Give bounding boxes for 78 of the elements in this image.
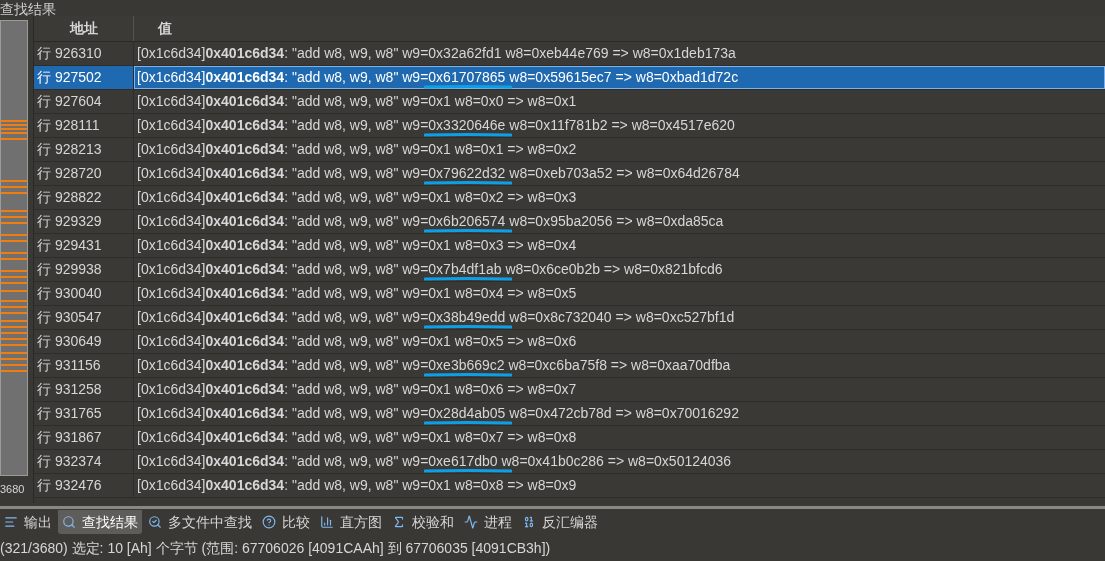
value-cell-text: [0x1c6d34]0x401c6d34: "add w8, w9, w8" w9=0x79622d32 w8=0xeb703a52 => w8=0x64d26784 <box>137 164 740 183</box>
address-cell-text: 行 930547 <box>37 308 102 327</box>
address-cell-text: 行 932476 <box>37 476 102 495</box>
binary-icon <box>522 515 536 529</box>
table-row[interactable]: 行 929938 [0x1c6d34]0x401c6d34: "add w8, w9, w8" w9=0x7b4df1ab w8=0x6ce0b2b => w8=0x821bfcd6 <box>34 258 1105 282</box>
table-row[interactable]: 行 932374 [0x1c6d34]0x401c6d34: "add w8, w9, w8" w9=0xe617db0 w8=0x41b0c286 => w8=0x50124036 <box>34 450 1105 474</box>
sigma-icon <box>392 515 406 529</box>
table-row[interactable]: 行 928720 [0x1c6d34]0x401c6d34: "add w8, w9, w8" w9=0x79622d32 w8=0xeb703a52 => w8=0x64d26784 <box>34 162 1105 186</box>
table-row[interactable]: 行 931156 [0x1c6d34]0x401c6d34: "add w8, w9, w8" w9=0xe3b669c2 w8=0xc6ba75f8 => w8=0xaa70dfba <box>34 354 1105 378</box>
table-row[interactable]: 行 927502 [0x1c6d34]0x401c6d34: "add w8, w9, w8" w9=0x61707865 w8=0x59615ec7 => w8=0xbad1d72c <box>34 66 1105 90</box>
value-cell-text: [0x1c6d34]0x401c6d34: "add w8, w9, w8" w9=0x1 w8=0x0 => w8=0x1 <box>137 92 577 111</box>
address-cell-text: 行 928213 <box>37 140 102 159</box>
panel-tab[interactable]: 查找结果 <box>58 510 142 534</box>
table-row[interactable]: 行 931765 [0x1c6d34]0x401c6d34: "add w8, w9, w8" w9=0x28d4ab05 w8=0x472cb78d => w8=0x70016292 <box>34 402 1105 426</box>
address-cell-text: 行 926310 <box>37 44 102 63</box>
table-row[interactable]: 行 928822 [0x1c6d34]0x401c6d34: "add w8, w9, w8" w9=0x1 w8=0x2 => w8=0x3 <box>34 186 1105 210</box>
table-row[interactable]: 行 931867 [0x1c6d34]0x401c6d34: "add w8, w9, w8" w9=0x1 w8=0x7 => w8=0x8 <box>34 426 1105 450</box>
value-cell-text: [0x1c6d34]0x401c6d34: "add w8, w9, w8" w9=0x1 w8=0x8 => w8=0x9 <box>137 476 577 495</box>
value-cell-text: [0x1c6d34]0x401c6d34: "add w8, w9, w8" w9=0x1 w8=0x1 => w8=0x2 <box>137 140 577 159</box>
table-row[interactable]: 行 930649 [0x1c6d34]0x401c6d34: "add w8, w9, w8" w9=0x1 w8=0x5 => w8=0x6 <box>34 330 1105 354</box>
table-row[interactable]: 行 930040 [0x1c6d34]0x401c6d34: "add w8, w9, w8" w9=0x1 w8=0x4 => w8=0x5 <box>34 282 1105 306</box>
search-icon <box>148 515 162 529</box>
value-cell-text: [0x1c6d34]0x401c6d34: "add w8, w9, w8" w9=0x1 w8=0x2 => w8=0x3 <box>137 188 577 207</box>
value-cell-text: [0x1c6d34]0x401c6d34: "add w8, w9, w8" w9=0x1 w8=0x5 => w8=0x6 <box>137 332 577 351</box>
panel-title: 查找结果 <box>0 2 56 16</box>
address-cell-text: 行 931156 <box>37 356 101 375</box>
value-cell-text: [0x1c6d34]0x401c6d34: "add w8, w9, w8" w9=0x28d4ab05 w8=0x472cb78d => w8=0x70016292 <box>137 404 739 423</box>
panel-tab[interactable]: 进程 <box>460 510 516 534</box>
bar-chart-icon <box>320 515 334 529</box>
address-cell-text: 行 928720 <box>37 164 102 183</box>
table-row[interactable]: 行 929329 [0x1c6d34]0x401c6d34: "add w8, w9, w8" w9=0x6b206574 w8=0x95ba2056 => w8=0xda85ca <box>34 210 1105 234</box>
panel-tab[interactable]: 反汇编器 <box>518 510 602 534</box>
value-cell-text: [0x1c6d34]0x401c6d34: "add w8, w9, w8" w9=0x1 w8=0x3 => w8=0x4 <box>137 236 577 255</box>
activity-icon <box>464 515 478 529</box>
overview-count: 3680 <box>0 481 26 497</box>
value-cell-text: [0x1c6d34]0x401c6d34: "add w8, w9, w8" w9=0x7b4df1ab w8=0x6ce0b2b => w8=0x821bfcd6 <box>137 260 723 279</box>
value-cell-text: [0x1c6d34]0x401c6d34: "add w8, w9, w8" w9=0x61707865 w8=0x59615ec7 => w8=0xbad1d72c <box>137 68 739 87</box>
question-icon <box>262 515 276 529</box>
table-row[interactable]: 行 930547 [0x1c6d34]0x401c6d34: "add w8, w9, w8" w9=0x38b49edd w8=0x8c732040 => w8=0xc527bf1d <box>34 306 1105 330</box>
lines-icon <box>4 515 18 529</box>
address-cell-text: 行 927604 <box>37 92 102 111</box>
address-cell-text: 行 930649 <box>37 332 102 351</box>
value-cell-text: [0x1c6d34]0x401c6d34: "add w8, w9, w8" w9=0xe617db0 w8=0x41b0c286 => w8=0x50124036 <box>137 452 732 471</box>
panel-tab[interactable]: 输出 <box>0 510 56 534</box>
value-cell-text: [0x1c6d34]0x401c6d34: "add w8, w9, w8" w9=0x32a62fd1 w8=0xeb44e769 => w8=0x1deb173a <box>137 44 736 63</box>
address-cell-text: 行 931867 <box>37 428 102 447</box>
address-cell-text: 行 928111 <box>37 116 100 135</box>
table-row[interactable]: 行 928111 [0x1c6d34]0x401c6d34: "add w8, w9, w8" w9=0x3320646e w8=0x11f781b2 => w8=0x4517e620 <box>34 114 1105 138</box>
address-cell-text: 行 929431 <box>37 236 102 255</box>
table-row[interactable]: 行 929431 [0x1c6d34]0x401c6d34: "add w8, w9, w8" w9=0x1 w8=0x3 => w8=0x4 <box>34 234 1105 258</box>
status-text: (321/3680) 选定: 10 [Ah] 个字节 (范围: 67706026 [4091CAAh] 到 67706035 [4091CB3h]) <box>0 538 551 558</box>
address-cell-text: 行 929329 <box>37 212 102 231</box>
address-cell-text: 行 931258 <box>37 380 102 399</box>
value-cell-text: [0x1c6d34]0x401c6d34: "add w8, w9, w8" w9=0x1 w8=0x4 => w8=0x5 <box>137 284 577 303</box>
value-cell-text: [0x1c6d34]0x401c6d34: "add w8, w9, w8" w9=0x3320646e w8=0x11f781b2 => w8=0x4517e620 <box>137 116 735 135</box>
panel-tab[interactable]: 直方图 <box>316 510 386 534</box>
address-cell-text: 行 932374 <box>37 452 102 471</box>
address-cell-text: 行 931765 <box>37 404 102 423</box>
panel-tab[interactable]: 比较 <box>258 510 314 534</box>
panel-tab[interactable]: 多文件中查找 <box>144 510 256 534</box>
table-row[interactable]: 行 927604 [0x1c6d34]0x401c6d34: "add w8, w9, w8" w9=0x1 w8=0x0 => w8=0x1 <box>34 90 1105 114</box>
address-cell-text: 行 927502 <box>37 68 102 87</box>
address-cell-text: 行 930040 <box>37 284 102 303</box>
value-cell-text: [0x1c6d34]0x401c6d34: "add w8, w9, w8" w9=0x6b206574 w8=0x95ba2056 => w8=0xda85ca <box>137 212 724 231</box>
table-row[interactable]: 行 931258 [0x1c6d34]0x401c6d34: "add w8, w9, w8" w9=0x1 w8=0x6 => w8=0x7 <box>34 378 1105 402</box>
table-row[interactable]: 行 926310 [0x1c6d34]0x401c6d34: "add w8, w9, w8" w9=0x32a62fd1 w8=0xeb44e769 => w8=0x1deb173a <box>34 42 1105 66</box>
table-row[interactable]: 行 932476 [0x1c6d34]0x401c6d34: "add w8, w9, w8" w9=0x1 w8=0x8 => w8=0x9 <box>34 474 1105 498</box>
table-row[interactable]: 行 928213 [0x1c6d34]0x401c6d34: "add w8, w9, w8" w9=0x1 w8=0x1 => w8=0x2 <box>34 138 1105 162</box>
address-cell-text: 行 928822 <box>37 188 102 207</box>
search-icon <box>62 515 76 529</box>
value-cell-text: [0x1c6d34]0x401c6d34: "add w8, w9, w8" w9=0x1 w8=0x7 => w8=0x8 <box>137 428 577 447</box>
panel-tab[interactable]: 校验和 <box>388 510 458 534</box>
address-cell-text: 行 929938 <box>37 260 102 279</box>
column-header[interactable]: 值 <box>134 16 1105 41</box>
value-cell-text: [0x1c6d34]0x401c6d34: "add w8, w9, w8" w9=0xe3b669c2 w8=0xc6ba75f8 => w8=0xaa70dfba <box>137 356 731 375</box>
value-cell-text: [0x1c6d34]0x401c6d34: "add w8, w9, w8" w9=0x1 w8=0x6 => w8=0x7 <box>137 380 577 399</box>
column-header[interactable]: 地址 <box>34 16 134 41</box>
value-cell-text: [0x1c6d34]0x401c6d34: "add w8, w9, w8" w9=0x38b49edd w8=0x8c732040 => w8=0xc527bf1d <box>137 308 735 327</box>
